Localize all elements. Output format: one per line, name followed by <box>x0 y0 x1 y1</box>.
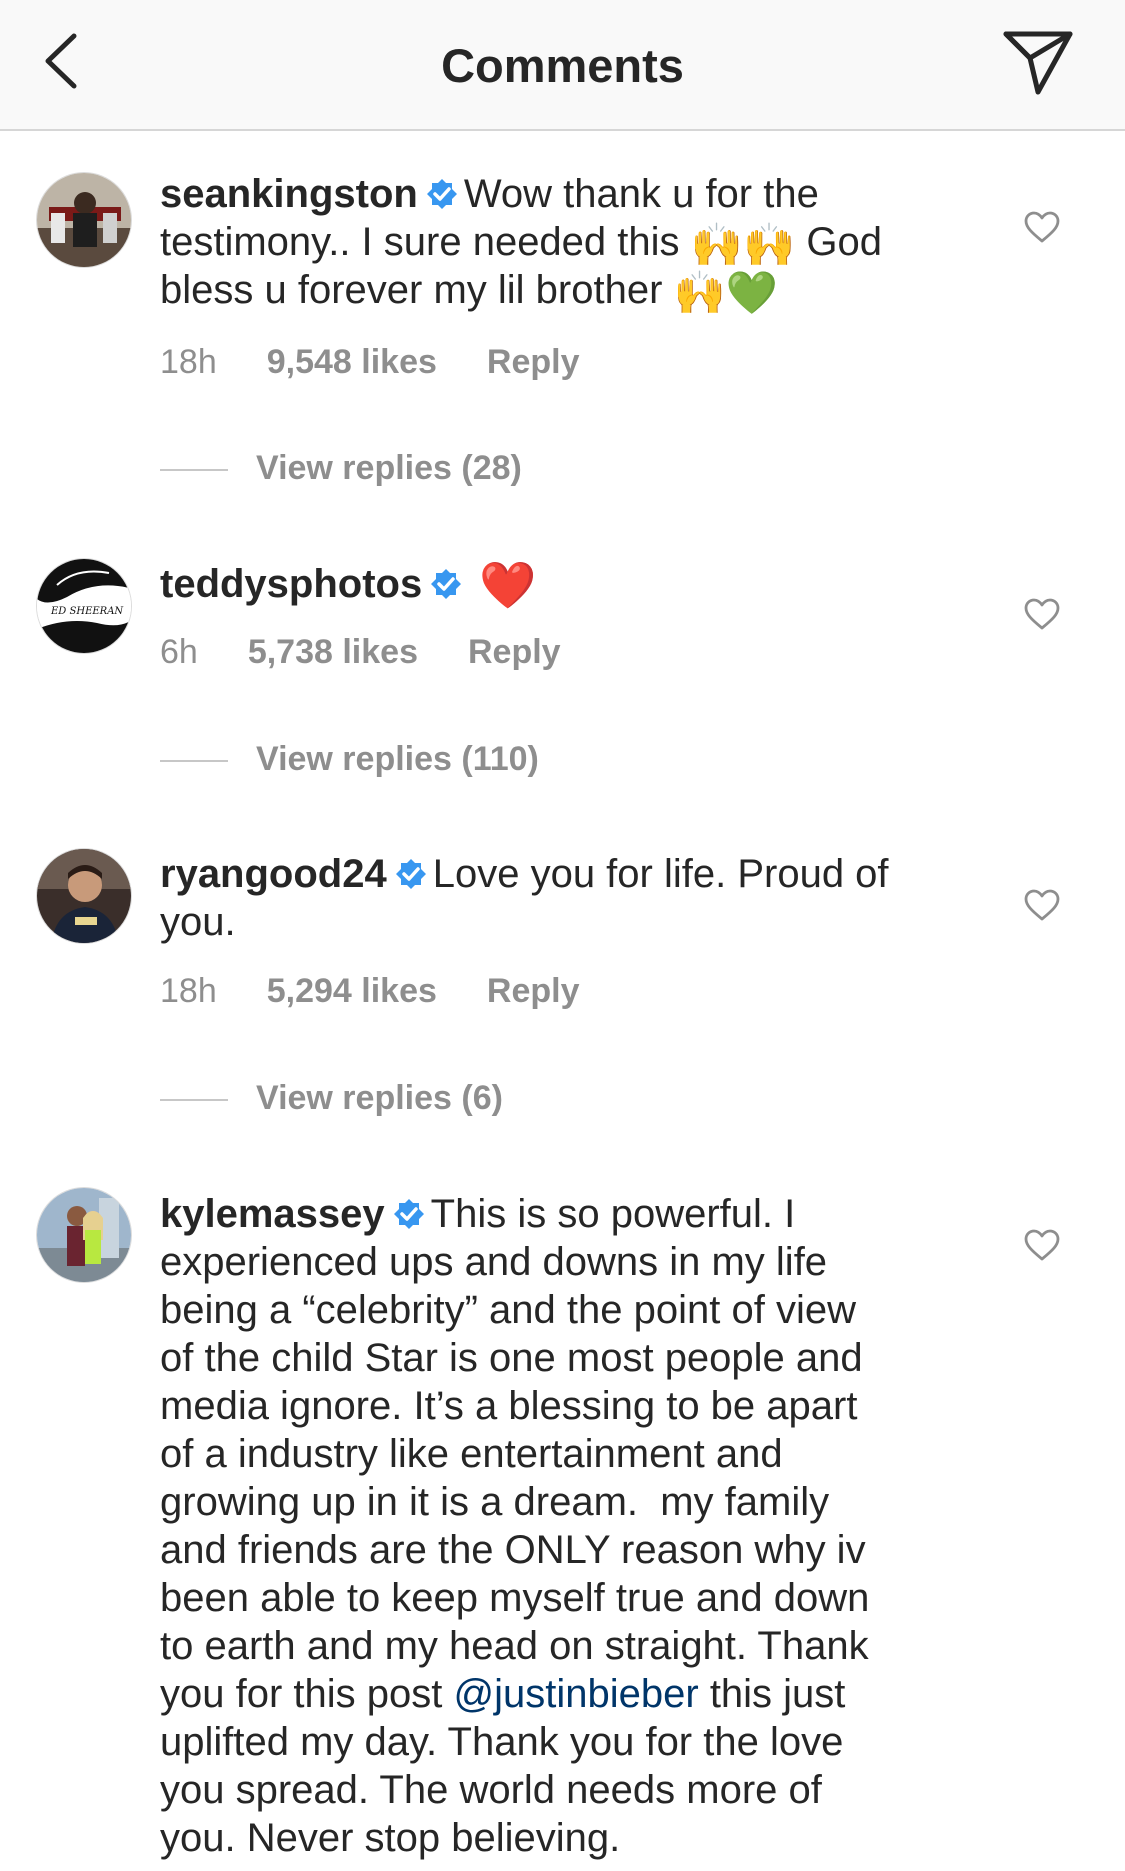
comment-text: of a industry like entertainment and <box>160 1432 783 1476</box>
comment-text: to earth and my head on straight. Thank <box>160 1624 869 1668</box>
avatar[interactable] <box>36 172 132 268</box>
comment-text: you for this post <box>160 1672 443 1716</box>
view-replies-button[interactable]: View replies (110) <box>160 740 760 780</box>
raised-hands-emoji: 🙌 <box>742 221 796 268</box>
comment-text: of the child Star is one most people and <box>160 1336 863 1380</box>
comment-text: this just <box>709 1672 846 1716</box>
verified-badge-icon <box>393 1199 424 1229</box>
username[interactable]: teddysphotos <box>160 562 422 606</box>
red-heart-emoji: ❤️ <box>479 559 537 611</box>
raised-hands-emoji: 🙌 <box>673 269 726 316</box>
comment-text: Wow thank u for the <box>463 172 819 216</box>
view-replies-button[interactable]: View replies (28) <box>160 449 760 489</box>
username[interactable]: ryangood24 <box>160 852 387 896</box>
comment-text: bless u forever my lil brother <box>160 268 663 312</box>
header-bar: Comments <box>0 0 1125 131</box>
page-title: Comments <box>441 39 684 92</box>
comment-text: media ignore. It’s a blessing to be apar… <box>160 1384 858 1428</box>
comment-text: you. <box>160 900 236 944</box>
verified-badge-icon <box>395 859 426 889</box>
comment-text: God <box>806 220 882 264</box>
comment-text: you. Never stop believing. <box>160 1816 621 1860</box>
comment-time: 18h <box>160 972 217 1010</box>
view-replies-button[interactable]: View replies (6) <box>160 1079 760 1119</box>
mention-link[interactable]: @justinbieber <box>454 1672 699 1716</box>
comment-text: you spread. The world needs more of <box>160 1768 822 1812</box>
likes-count[interactable]: 9,548 likes <box>267 343 437 381</box>
avatar-text: ED SHEERAN <box>50 606 124 617</box>
like-heart-icon[interactable] <box>1023 597 1061 631</box>
raised-hands-emoji: 🙌 <box>690 221 743 268</box>
divider <box>160 469 228 471</box>
divider <box>160 1099 228 1101</box>
avatar[interactable] <box>36 848 132 944</box>
comment-text: uplifted my day. Thank you for the love <box>160 1720 844 1764</box>
verified-badge-icon <box>431 569 462 599</box>
like-heart-icon[interactable] <box>1023 210 1061 244</box>
comment-text: experienced ups and downs in my life <box>160 1240 828 1284</box>
avatar[interactable] <box>36 1187 132 1283</box>
verified-badge-icon <box>426 179 457 209</box>
comment-text: testimony.. I sure needed this <box>160 220 680 264</box>
username[interactable]: kylemassey <box>160 1192 385 1236</box>
reply-button[interactable]: Reply <box>487 972 580 1010</box>
view-replies-label: View replies (6) <box>256 1079 503 1117</box>
likes-count[interactable]: 5,738 likes <box>248 633 418 671</box>
comment-time: 6h <box>160 633 198 671</box>
comment-text: and friends are the ONLY reason why iv <box>160 1528 866 1572</box>
comment-text: Love you for life. Proud of <box>432 852 889 896</box>
comment-text: growing up in it is a dream. my family <box>160 1480 830 1524</box>
view-replies-label: View replies (28) <box>256 449 522 487</box>
username[interactable]: seankingston <box>160 172 418 216</box>
like-heart-icon[interactable] <box>1023 1228 1061 1262</box>
paper-plane-icon[interactable] <box>1000 28 1076 96</box>
like-heart-icon[interactable] <box>1023 888 1061 922</box>
comment-time: 18h <box>160 343 217 381</box>
green-heart-emoji: 💚 <box>725 269 779 316</box>
comment-text: been able to keep myself true and down <box>160 1576 870 1620</box>
reply-button[interactable]: Reply <box>468 633 561 671</box>
comment-text: This is so powerful. I <box>430 1192 796 1236</box>
view-replies-label: View replies (110) <box>256 740 539 778</box>
avatar[interactable]: ED SHEERAN <box>36 558 132 654</box>
reply-button[interactable]: Reply <box>487 343 580 381</box>
comment-text: being a “celebrity” and the point of vie… <box>160 1288 856 1332</box>
divider <box>160 760 228 762</box>
likes-count[interactable]: 5,294 likes <box>267 972 437 1010</box>
